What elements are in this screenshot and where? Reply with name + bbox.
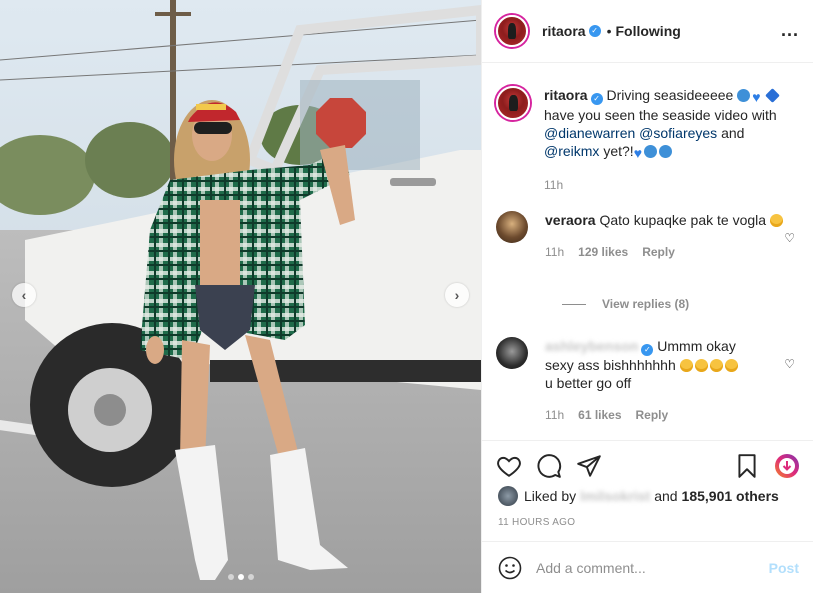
author-username[interactable]: ritaora [542,23,586,39]
view-replies-label[interactable]: View replies (8) [602,297,689,311]
reply-button[interactable]: Reply [642,243,675,261]
like-heart-icon[interactable] [496,453,522,479]
carousel-next-button[interactable]: › [445,283,469,307]
caption-body: ritaora ✓ Driving seasideeeee ♥ have you … [544,86,795,194]
comment-item: ashleybenson ✓ Ummm okay sexy ass bishhhh… [496,337,795,424]
comment-item: veraora Qato kupaqke pak te vogla 11h 12… [496,211,795,261]
following-button[interactable]: Following [615,23,680,39]
add-comment-bar: Post [482,541,813,593]
grinning-emoji-icon [769,214,783,227]
water-drop-emoji-icon [659,145,672,158]
carousel-dot [227,574,234,580]
caption-text: and [721,125,745,141]
caption-avatar[interactable] [496,86,530,120]
post-image [0,0,481,593]
author-avatar[interactable] [496,15,528,47]
download-app-icon[interactable] [774,453,800,479]
likes-count[interactable]: 185,901 others [682,488,779,504]
comment-meta: 11h 129 likes Reply [545,243,795,261]
liked-by-label: Liked by [524,488,577,504]
liked-by-and: and [654,488,678,504]
grinning-emoji-icon [679,359,693,372]
comment-username-blurred[interactable]: ashleybenson [545,338,638,354]
comment-meta: 11h 61 likes Reply [545,406,795,424]
comment-time[interactable]: 11h [545,243,564,261]
post-comment-button[interactable]: Post [769,560,799,576]
commenter-avatar[interactable] [496,211,528,243]
blue-heart-emoji-icon: ♥ [633,145,642,161]
caption-text: yet?! [603,143,634,159]
reply-button[interactable]: Reply [636,406,669,424]
caption-text: Driving seasideeeee [606,87,734,103]
carousel-dots [0,574,481,580]
blue-heart-emoji-icon: ♥ [752,89,761,105]
grinning-emoji-icon [709,359,723,372]
grinning-emoji-icon [724,359,738,372]
caption-time[interactable]: 11h [544,176,563,194]
carousel-dot-active [237,574,244,580]
verified-badge-icon: ✓ [588,25,601,37]
blue-diamond-emoji-icon [765,88,781,103]
carousel-dot [247,574,254,580]
comment-text: u better go off [545,375,632,391]
comment-username[interactable]: veraora [545,212,596,228]
comments-list[interactable]: ritaora ✓ Driving seasideeeee ♥ have you … [482,64,813,439]
post-details-panel: ritaora ✓ • Following ... ritaora ✓ Drivi… [481,0,813,593]
liker-username-blurred[interactable]: lmilsokrist [580,488,650,504]
comment-text: Ummm okay [657,338,736,354]
caption-meta: 11h [544,176,795,194]
mention-link[interactable]: @reikmx [544,143,599,159]
view-replies-button[interactable]: View replies (8) [562,297,689,311]
comment-likes[interactable]: 129 likes [578,243,628,261]
comment-text: sexy ass bishhhhhhh [545,357,676,373]
caption-text: have you seen the seaside video with [544,107,777,123]
caption: ritaora ✓ Driving seasideeeee ♥ have you … [496,86,795,194]
dolphin-emoji-icon [644,145,657,158]
emoji-picker-icon[interactable] [498,556,522,580]
add-comment-input[interactable] [536,559,769,576]
carousel-prev-button[interactable]: ‹ [12,283,36,307]
comment-text: Qato kupaqke pak te vogla [599,212,767,228]
post-photo[interactable]: ‹ › [0,0,481,593]
verified-badge-icon: ✓ [641,344,654,356]
header-separator: • [606,23,612,39]
mention-link[interactable]: @dianewarren [544,125,635,141]
verified-badge-icon: ✓ [590,93,603,105]
grinning-emoji-icon [694,359,708,372]
mention-link[interactable]: @sofiareyes [639,125,717,141]
likes-summary: Liked by lmilsokrist and 185,901 others [498,486,779,506]
comment-time[interactable]: 11h [545,406,564,424]
like-comment-heart-icon[interactable]: ♡ [784,357,795,371]
comment-body: ashleybenson ✓ Ummm okay sexy ass bishhhh… [545,337,795,424]
more-options-icon[interactable]: ... [781,20,799,41]
commenter-avatar[interactable] [496,337,528,369]
like-comment-heart-icon[interactable]: ♡ [784,231,795,245]
share-direct-icon[interactable] [576,453,602,479]
comment-likes[interactable]: 61 likes [578,406,621,424]
liker-avatar[interactable] [498,486,518,506]
comment-body: veraora Qato kupaqke pak te vogla 11h 12… [545,211,795,261]
post-timestamp[interactable]: 11 HOURS AGO [498,517,575,528]
comment-icon[interactable] [536,453,562,479]
post-header: ritaora ✓ • Following ... [482,0,813,63]
caption-username[interactable]: ritaora [544,87,588,103]
action-bar [482,440,813,492]
save-bookmark-icon[interactable] [734,453,760,479]
wave-emoji-icon [737,89,751,102]
